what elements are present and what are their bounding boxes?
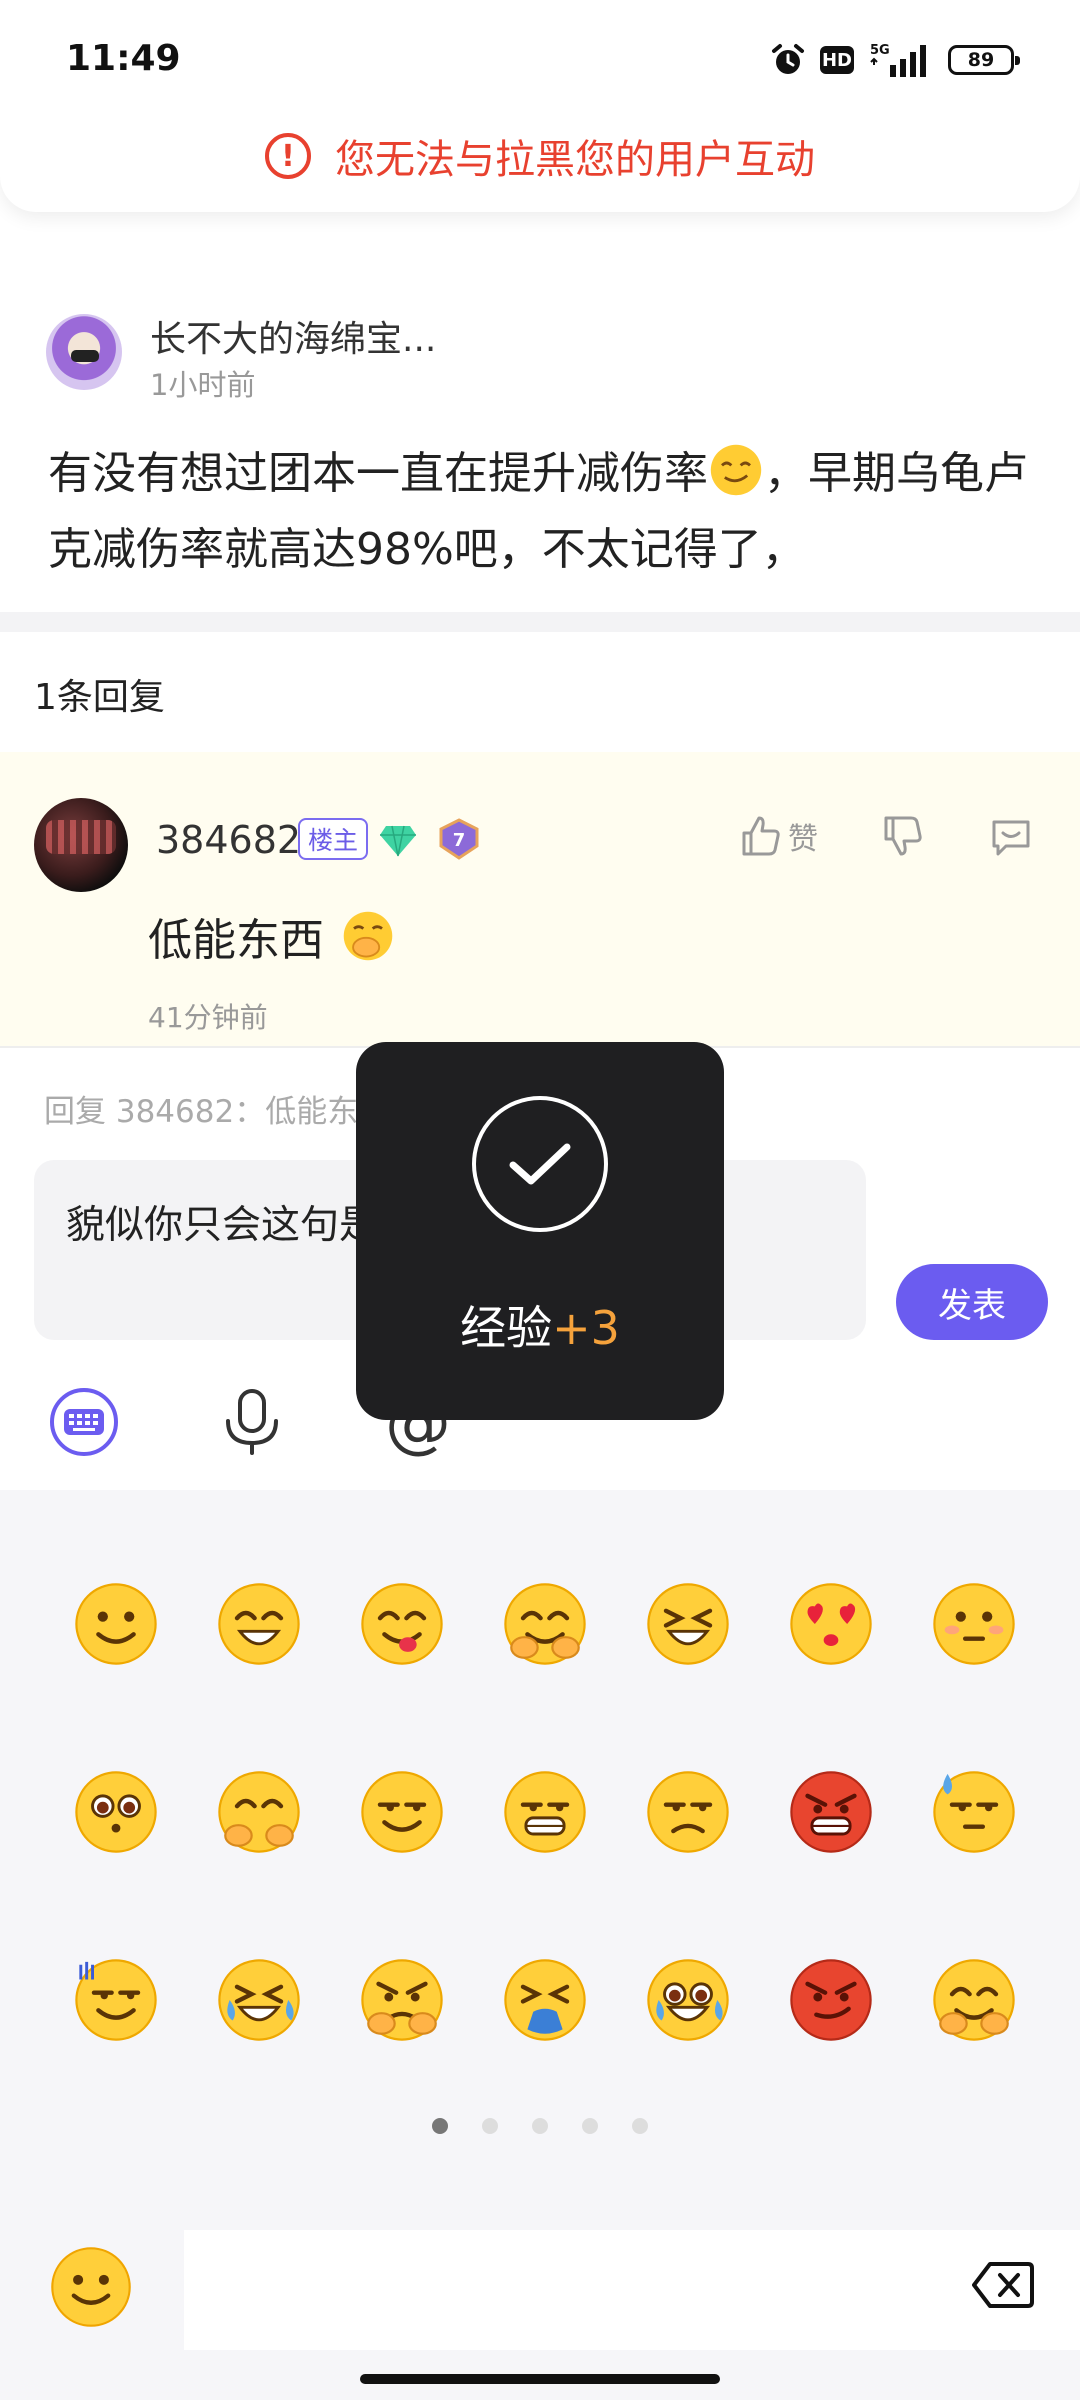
op-badge: 楼主	[298, 818, 369, 860]
screen: 11:49 HD 5G 89 ! 您无法与拉黑您的用户互动 长不大的海绵宝...…	[0, 0, 1080, 2400]
toast-amount: +3	[552, 1301, 620, 1355]
comment-text-content: 低能东西	[148, 915, 324, 966]
like-label: 赞	[788, 822, 818, 857]
top-card: 11:49 HD 5G 89 ! 您无法与拉黑您的用户互动	[0, 0, 1080, 212]
battery-icon: 89	[948, 45, 1020, 75]
banner-text: 您无法与拉黑您的用户互动	[335, 137, 815, 183]
alarm-icon	[772, 44, 804, 74]
emoji-panel-bottom-bar	[0, 2230, 1080, 2350]
check-icon	[472, 1096, 608, 1232]
microphone-icon	[226, 1389, 278, 1455]
heart-eyes-emoji[interactable]	[787, 1580, 875, 1668]
pointing-emoji[interactable]	[358, 1956, 446, 2044]
status-time: 11:49	[66, 38, 181, 79]
hd-badge: HD	[820, 46, 854, 74]
svg-text:7: 7	[453, 830, 466, 851]
page-dot	[582, 2118, 598, 2134]
emoji-panel	[0, 1490, 1080, 2400]
thumbs-down-icon	[884, 816, 922, 856]
hug-emoji[interactable]	[930, 1956, 1018, 2044]
status-icons: HD 5G 89	[770, 40, 1020, 80]
alert-circle-icon: !	[265, 133, 311, 179]
shocked-emoji[interactable]	[644, 1956, 732, 2044]
page-dot	[632, 2118, 648, 2134]
post-author-name[interactable]: 长不大的海绵宝...	[150, 310, 436, 362]
post-author-avatar[interactable]	[46, 314, 122, 390]
tongue-emoji[interactable]	[358, 1580, 446, 1668]
blocked-banner: ! 您无法与拉黑您的用户互动	[0, 128, 1080, 184]
commenter-avatar[interactable]	[34, 798, 128, 892]
svg-text:5G: 5G	[870, 43, 890, 58]
red-angry-emoji[interactable]	[787, 1956, 875, 2044]
hand-over-mouth-emoji[interactable]	[215, 1768, 303, 1856]
pleading-emoji[interactable]	[72, 1768, 160, 1856]
status-bar: 11:49 HD 5G 89	[0, 0, 1080, 120]
voice-button[interactable]	[216, 1386, 288, 1458]
exp-toast: 经验+3	[356, 1042, 724, 1420]
dislike-button[interactable]	[880, 814, 924, 858]
like-button[interactable]: 赞	[738, 814, 818, 858]
level-badge-icon: 7	[439, 818, 479, 860]
emoji-grid	[72, 1580, 1026, 2044]
unamused-emoji[interactable]	[644, 1768, 732, 1856]
send-button[interactable]: 发表	[896, 1264, 1048, 1340]
smile-emoji[interactable]	[72, 1580, 160, 1668]
hand-over-mouth-emoji-icon	[343, 911, 393, 961]
backspace-icon[interactable]	[970, 2258, 1036, 2312]
cover-face-emoji[interactable]	[501, 1580, 589, 1668]
signal-5g-icon: 5G	[870, 43, 926, 77]
vomit-emoji[interactable]	[501, 1956, 589, 2044]
post: 长不大的海绵宝... 1小时前 有没有想过团本一直在提升减伤率 ，早期乌龟卢克减伤…	[0, 212, 1080, 612]
emoji-category-tab[interactable]	[48, 2244, 134, 2330]
reply-button[interactable]	[988, 814, 1034, 860]
comment-item: 384682 楼主 7 赞 低能东西 41分钟前	[0, 752, 1080, 1048]
post-time: 1小时前	[150, 368, 256, 402]
page-dot	[482, 2118, 498, 2134]
keyboard-toggle[interactable]	[48, 1386, 120, 1458]
grin-emoji[interactable]	[501, 1768, 589, 1856]
awkward-emoji[interactable]	[72, 1956, 160, 2044]
laugh-emoji[interactable]	[215, 1580, 303, 1668]
toast-label: 经验	[460, 1301, 553, 1355]
page-dot	[432, 2118, 448, 2134]
post-text-part1: 有没有想过团本一直在提升减伤率	[48, 448, 708, 499]
crying-emoji[interactable]	[215, 1956, 303, 2044]
keyboard-icon	[50, 1388, 118, 1456]
angry-emoji[interactable]	[787, 1768, 875, 1856]
page-dot	[532, 2118, 548, 2134]
smug-emoji-icon	[710, 444, 762, 496]
sweat-emoji[interactable]	[930, 1768, 1018, 1856]
comment-icon	[992, 820, 1030, 856]
squint-laugh-emoji[interactable]	[644, 1580, 732, 1668]
post-body: 有没有想过团本一直在提升减伤率 ，早期乌龟卢克减伤率就高达98%吧，不太记得了，	[48, 436, 1048, 588]
shy-emoji[interactable]	[930, 1580, 1018, 1668]
comment-time: 41分钟前	[148, 1001, 268, 1034]
smug-emoji[interactable]	[358, 1768, 446, 1856]
commenter-name[interactable]: 384682	[156, 818, 301, 862]
diamond-badge-icon	[380, 825, 416, 857]
emoji-page-indicator	[0, 2118, 1080, 2134]
toast-message: 经验+3	[356, 1292, 724, 1358]
comment-text: 低能东西	[148, 904, 396, 968]
reply-count: 1条回复	[34, 677, 165, 718]
home-indicator	[360, 2374, 720, 2384]
section-divider	[0, 612, 1080, 632]
thumbs-up-icon	[742, 816, 780, 856]
